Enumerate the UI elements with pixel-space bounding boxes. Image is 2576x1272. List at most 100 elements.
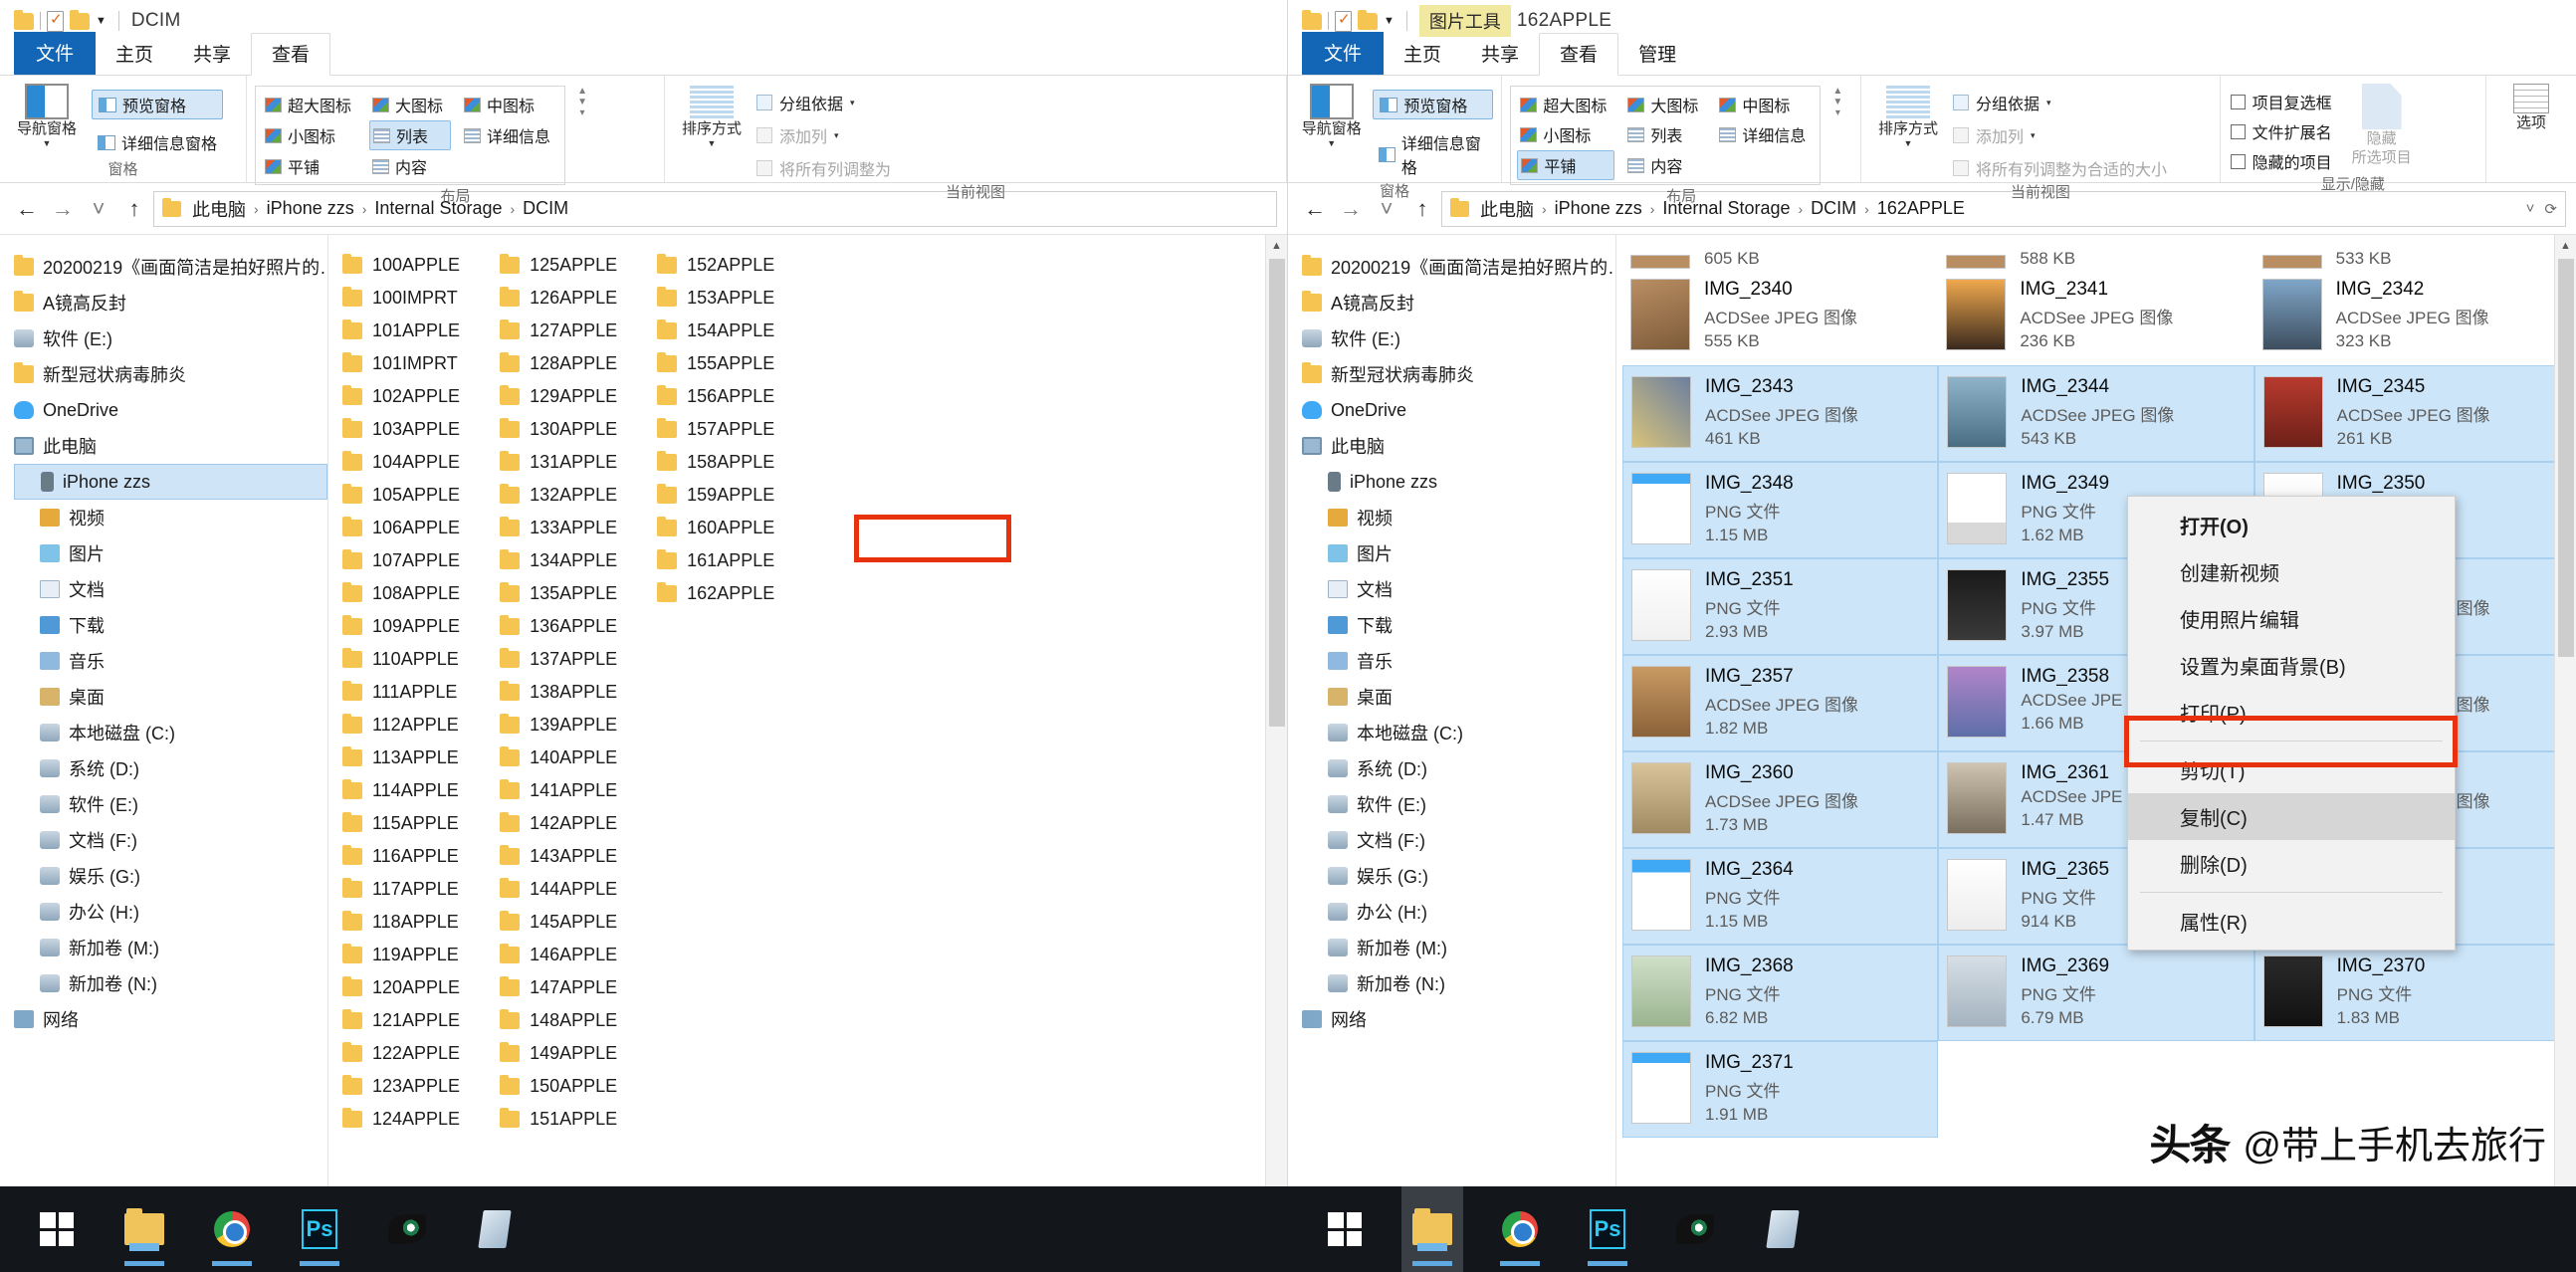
context-menu-item-7[interactable]: 删除(D) — [2128, 840, 2455, 887]
folder-item[interactable]: 113APPLE — [342, 742, 460, 774]
view-option-content[interactable]: 内容 — [369, 152, 451, 180]
folder-item[interactable]: 147APPLE — [500, 971, 617, 1004]
tab-share[interactable]: 共享 — [173, 34, 251, 75]
taskbar-acdsee[interactable] — [1664, 1186, 1726, 1272]
nav-item-4[interactable]: OneDrive — [14, 392, 327, 428]
folder-item[interactable]: 121APPLE — [342, 1004, 460, 1037]
taskbar-acdsee[interactable] — [376, 1186, 438, 1272]
back-button[interactable]: ← — [10, 192, 44, 226]
nav-item-13[interactable]: 本地磁盘 (C:) — [1302, 715, 1615, 750]
view-option-small[interactable]: 小图标 — [1517, 120, 1614, 148]
right-file-list[interactable]: 605 KB588 KB533 KB IMG_2340ACDSee JPEG 图… — [1616, 235, 2576, 1228]
scroll-up-icon[interactable]: ▲ — [1832, 86, 1842, 97]
taskbar-chrome[interactable] — [1489, 1186, 1551, 1272]
file-context-menu[interactable]: 打开(O)创建新视频使用照片编辑设置为桌面背景(B)打印(P)剪切(T)复制(C… — [2127, 496, 2456, 951]
properties-icon[interactable] — [47, 11, 64, 32]
nav-item-8[interactable]: 图片 — [1302, 535, 1615, 571]
file-extensions-option[interactable]: 文件扩展名 — [2231, 119, 2332, 143]
scroll-up-icon[interactable]: ▲ — [577, 86, 587, 97]
item-checkboxes-option[interactable]: 项目复选框 — [2231, 90, 2332, 113]
breadcrumb-item-0[interactable]: 此电脑 — [188, 194, 250, 224]
folder-item[interactable]: 101APPLE — [342, 315, 460, 347]
chevron-down-icon[interactable]: ▼ — [96, 15, 107, 27]
nav-item-9[interactable]: 文档 — [14, 571, 327, 607]
folder-item[interactable]: 118APPLE — [342, 906, 460, 939]
folder-item[interactable]: 103APPLE — [342, 413, 460, 446]
view-option-tiles[interactable]: 平铺 — [1517, 150, 1614, 180]
file-tile[interactable]: IMG_2357ACDSee JPEG 图像1.82 MB — [1622, 655, 1938, 751]
left-vertical-scrollbar[interactable]: ▲ ▼ — [1265, 235, 1287, 1228]
folder-item[interactable]: 114APPLE — [342, 774, 460, 807]
folder-item[interactable]: 162APPLE — [657, 577, 774, 610]
context-menu-item-2[interactable]: 使用照片编辑 — [2128, 595, 2455, 642]
folder-item[interactable]: 128APPLE — [500, 347, 617, 380]
folder-item[interactable]: 161APPLE — [657, 544, 774, 577]
left-navigation-pane[interactable]: 20200219《画面简洁是拍好照片的…A镜高反封软件 (E:)新型冠状病毒肺炎… — [0, 235, 328, 1228]
breadcrumb-dropdown-icon[interactable]: ˅ — [2526, 200, 2535, 218]
new-folder-icon[interactable] — [1358, 13, 1378, 30]
nav-item-6[interactable]: iPhone zzs — [1302, 464, 1615, 500]
file-tile[interactable]: IMG_2341ACDSee JPEG 图像236 KB — [1938, 269, 2254, 365]
context-menu-item-8[interactable]: 属性(R) — [2128, 898, 2455, 945]
start-button[interactable] — [26, 1186, 88, 1272]
folder-item[interactable]: 110APPLE — [342, 643, 460, 676]
folder-item[interactable]: 107APPLE — [342, 544, 460, 577]
nav-item-3[interactable]: 新型冠状病毒肺炎 — [1302, 356, 1615, 392]
folder-item[interactable]: 112APPLE — [342, 709, 460, 742]
folder-item[interactable]: 149APPLE — [500, 1037, 617, 1070]
sort-by-button[interactable]: 排序方式 ▼ — [673, 84, 751, 148]
taskbar-photoshop[interactable]: Ps — [1577, 1186, 1638, 1272]
tab-home[interactable]: 主页 — [1384, 34, 1461, 75]
nav-item-20[interactable]: 新加卷 (N:) — [14, 965, 327, 1001]
recent-locations-button[interactable]: ˅ — [82, 192, 115, 226]
sort-by-button[interactable]: 排序方式 ▼ — [1869, 84, 1947, 148]
navigation-pane-button[interactable]: 导航窗格 ▼ — [1296, 84, 1367, 148]
view-option-large[interactable]: 大图标 — [1624, 91, 1706, 118]
folder-item[interactable]: 104APPLE — [342, 446, 460, 479]
view-option-list[interactable]: 列表 — [1624, 120, 1706, 148]
nav-item-20[interactable]: 新加卷 (N:) — [1302, 965, 1615, 1001]
folder-item[interactable]: 116APPLE — [342, 840, 460, 873]
nav-item-12[interactable]: 桌面 — [14, 679, 327, 715]
view-option-large[interactable]: 大图标 — [369, 91, 451, 118]
layout-view-gallery[interactable]: 超大图标 大图标 中图标 小图标 列表 详细信息 平铺 内容 — [1510, 86, 1821, 185]
folder-item[interactable]: 101IMPRT — [342, 347, 460, 380]
folder-item[interactable]: 137APPLE — [500, 643, 617, 676]
nav-item-6[interactable]: iPhone zzs — [14, 464, 327, 500]
view-option-medium[interactable]: 中图标 — [461, 91, 558, 118]
nav-item-15[interactable]: 软件 (E:) — [14, 786, 327, 822]
folder-item[interactable]: 100IMPRT — [342, 282, 460, 315]
taskbar-photoshop[interactable]: Ps — [289, 1186, 350, 1272]
nav-item-0[interactable]: 20200219《画面简洁是拍好照片的… — [14, 249, 327, 285]
context-menu-item-5[interactable]: 剪切(T) — [2128, 746, 2455, 793]
taskbar-chrome[interactable] — [201, 1186, 263, 1272]
tab-share[interactable]: 共享 — [1461, 34, 1539, 75]
folder-item[interactable]: 115APPLE — [342, 807, 460, 840]
folder-item[interactable]: 127APPLE — [500, 315, 617, 347]
folder-icon[interactable] — [1302, 13, 1322, 30]
nav-item-21[interactable]: 网络 — [1302, 1001, 1615, 1037]
scrollbar-thumb[interactable] — [1269, 259, 1285, 727]
nav-item-1[interactable]: A镜高反封 — [14, 285, 327, 320]
folder-icon[interactable] — [14, 13, 34, 30]
file-tile[interactable]: IMG_2351PNG 文件2.93 MB — [1622, 558, 1938, 655]
chevron-down-icon[interactable]: ▾ — [850, 98, 855, 108]
context-menu-item-1[interactable]: 创建新视频 — [2128, 548, 2455, 595]
view-option-extra-large[interactable]: 超大图标 — [1517, 91, 1614, 118]
nav-item-15[interactable]: 软件 (E:) — [1302, 786, 1615, 822]
folder-item[interactable]: 154APPLE — [657, 315, 774, 347]
view-option-medium[interactable]: 中图标 — [1716, 91, 1814, 118]
chevron-down-icon[interactable]: ▼ — [1384, 15, 1395, 27]
scroll-down-icon[interactable]: ▼ — [577, 97, 587, 107]
nav-item-4[interactable]: OneDrive — [1302, 392, 1615, 428]
nav-item-16[interactable]: 文档 (F:) — [14, 822, 327, 858]
folder-item[interactable]: 130APPLE — [500, 413, 617, 446]
folder-item[interactable]: 122APPLE — [342, 1037, 460, 1070]
right-navigation-pane[interactable]: 20200219《画面简洁是拍好照片的…A镜高反封软件 (E:)新型冠状病毒肺炎… — [1288, 235, 1616, 1228]
nav-item-9[interactable]: 文档 — [1302, 571, 1615, 607]
folder-item[interactable]: 108APPLE — [342, 577, 460, 610]
nav-item-0[interactable]: 20200219《画面简洁是拍好照片的… — [1302, 249, 1615, 285]
folder-item[interactable]: 139APPLE — [500, 709, 617, 742]
file-tile[interactable]: IMG_2343ACDSee JPEG 图像461 KB — [1622, 365, 1938, 462]
chevron-down-icon[interactable]: ▼ — [43, 138, 52, 148]
